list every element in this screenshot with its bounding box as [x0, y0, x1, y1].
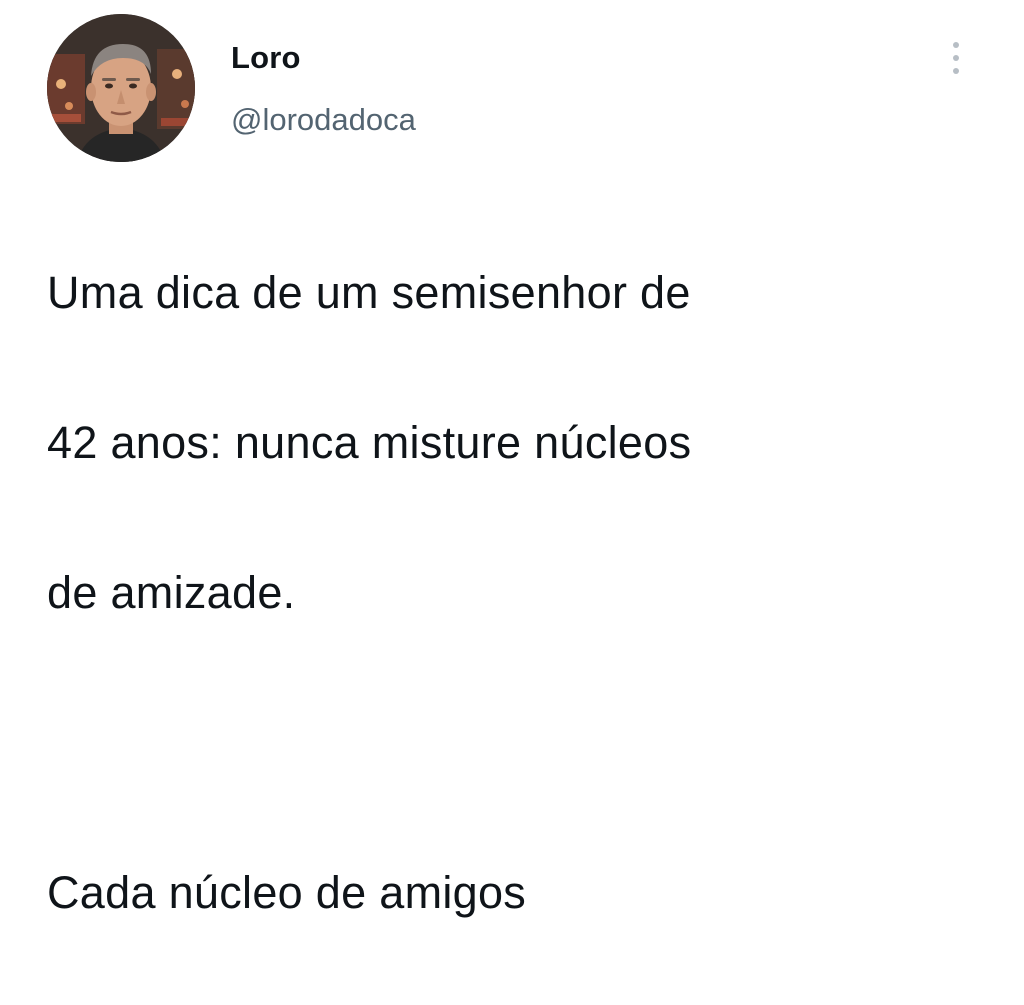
- more-options-button[interactable]: [942, 36, 970, 80]
- tweet-text-line: de amizade.: [47, 567, 296, 618]
- user-handle[interactable]: @lorodadoca: [231, 100, 416, 140]
- more-vertical-icon: [953, 42, 959, 74]
- tweet-card: Loro @lorodadoca Uma dica de um semisenh…: [0, 0, 1024, 918]
- tweet-text-line: Uma dica de um semisenhor de: [47, 267, 691, 318]
- display-name[interactable]: Loro: [231, 38, 301, 78]
- tweet-text-line: 42 anos: nunca misture núcleos: [47, 417, 692, 468]
- avatar[interactable]: [47, 14, 195, 162]
- avatar-photo-icon: [47, 14, 195, 162]
- tweet-text-line: Cada núcleo de amigos: [47, 867, 527, 918]
- tweet-text: Uma dica de um semisenhor de 42 anos: nu…: [47, 180, 987, 1005]
- tweet-text-blank-line: [47, 705, 987, 780]
